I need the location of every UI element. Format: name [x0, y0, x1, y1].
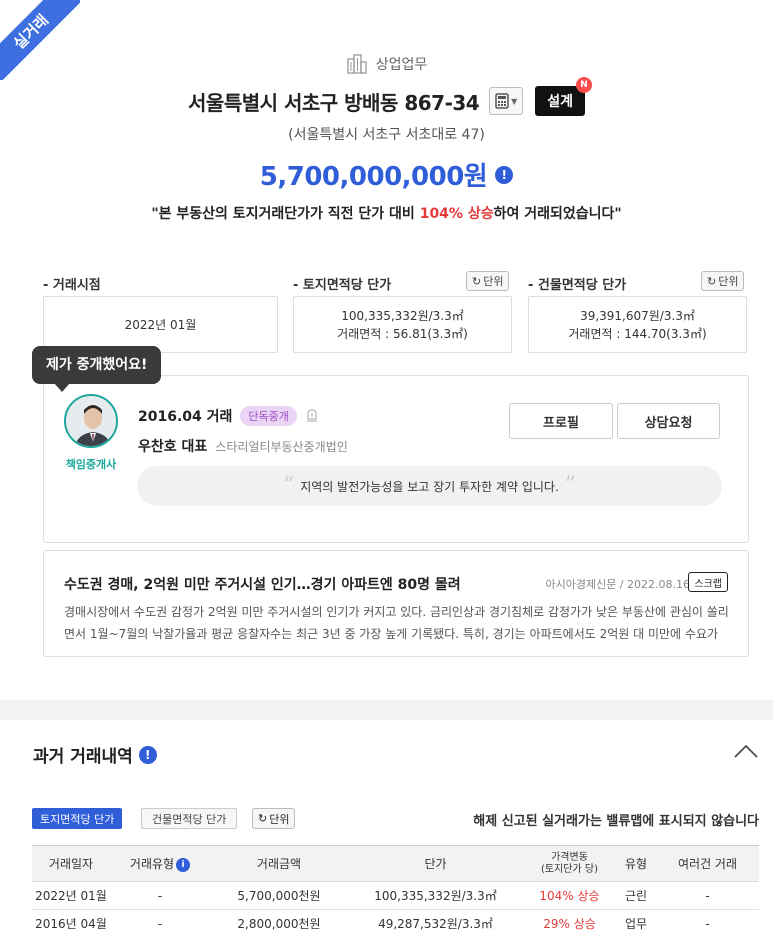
cell-type: -	[110, 881, 210, 910]
cell-date: 2016년 04월	[32, 909, 110, 937]
cell-amount: 5,700,000천원	[210, 881, 348, 910]
history-table: 거래일자 거래유형 i 거래금액 단가 가격변동 (토지단가 당) 유형 여러건 거…	[32, 845, 759, 937]
close-quote-icon: ”	[564, 473, 577, 498]
table-header-row: 거래일자 거래유형 i 거래금액 단가 가격변동 (토지단가 당) 유형 여러건 거…	[32, 845, 759, 882]
col-type-label: 거래유형	[129, 857, 175, 871]
table-row[interactable]: 2022년 01월 - 5,700,000천원 100,335,332원/3.3…	[32, 881, 759, 910]
cell-date: 2022년 01월	[32, 881, 110, 910]
agent-tooltip: 제가 중개했어요!	[32, 346, 162, 392]
cell-kind: 근린	[616, 881, 656, 910]
category-line: 상업업무	[0, 54, 773, 74]
agent-deal-line: 2016.04 거래 단독중개	[138, 406, 319, 426]
open-quote-icon: “	[282, 473, 295, 498]
col-change: 가격변동 (토지단가 당)	[523, 845, 616, 882]
news-title[interactable]: 수도권 경매, 2억원 미만 주거시설 인기…경기 아파트엔 80명 몰려	[64, 574, 461, 594]
building-price-value: 39,391,607원/3.3㎡	[580, 308, 695, 323]
land-price-box: 100,335,332원/3.3㎡ 거래면적 : 56.81(3.3㎡)	[293, 296, 512, 353]
history-notice: 해제 신고된 실거래가는 밸류맵에 표시되지 않습니다	[473, 814, 759, 829]
trade-date-value: 2022년 01월	[124, 317, 197, 332]
agent-card: 책임중개사 2016.04 거래 단독중개 우찬호 대표 스타리얼티부동산중개법…	[43, 375, 749, 543]
land-price-label: - 토지면적당 단가	[293, 278, 392, 293]
agent-name: 우찬호 대표	[138, 439, 208, 455]
road-address: (서울특별시 서초구 서초대로 47)	[288, 127, 485, 143]
cell-multi: -	[656, 881, 759, 910]
design-label: 설계	[547, 94, 573, 110]
col-amount: 거래금액	[210, 845, 348, 882]
agent-name-line: 우찬호 대표 스타리얼티부동산중개법인	[138, 436, 348, 456]
property-address: 서울특별시 서초구 방배동 867-34	[188, 90, 480, 115]
category-label: 상업업무	[375, 57, 428, 73]
tab-building-unit-price[interactable]: 건물면적당 단가	[141, 808, 238, 829]
history-title: 과거 거래내역	[33, 747, 133, 767]
info-icon[interactable]: !	[495, 165, 514, 184]
history-section-title: 과거 거래내역 !	[33, 742, 157, 767]
deal-price: 5,700,000,000원	[259, 162, 488, 192]
col-multi: 여러건 거래	[656, 845, 759, 882]
building-unit-button[interactable]: ↻ 단위	[701, 271, 745, 291]
unit-label: 단위	[718, 275, 739, 288]
trade-date-label: - 거래시점	[43, 278, 101, 293]
building-area-value: 거래면적 : 144.70(3.3㎡)	[568, 326, 707, 341]
news-source: 아시아경제신문 / 2022.08.16	[545, 578, 690, 591]
calculator-button[interactable]: ▼	[489, 87, 524, 115]
land-unit-button[interactable]: ↻ 단위	[466, 271, 510, 291]
news-card[interactable]: 수도권 경매, 2억원 미만 주거시설 인기…경기 아파트엔 80명 몰려 아시…	[43, 550, 749, 657]
section-divider	[0, 700, 773, 720]
summary-suffix: 하여 거래되었습니다"	[493, 206, 622, 222]
agent-comment: “ 지역의 발전가능성을 보고 장기 투자한 계약 입니다. ”	[137, 466, 722, 506]
tab-land-unit-price[interactable]: 토지면적당 단가	[32, 808, 123, 829]
info-icon[interactable]: i	[176, 857, 191, 872]
news-body: 경매시장에서 수도권 감정가 2억원 미만 주거시설의 인기가 커지고 있다. …	[64, 605, 729, 641]
cell-multi: -	[656, 909, 759, 937]
person-icon	[66, 396, 116, 446]
col-type: 거래유형 i	[110, 845, 210, 882]
cell-change: 104% 상승	[523, 881, 616, 910]
chevron-down-icon: ▼	[511, 96, 518, 106]
unit-label: 단위	[269, 812, 290, 826]
cell-type: -	[110, 909, 210, 937]
building-price-label: - 건물면적당 단가	[528, 278, 627, 293]
agent-deal-date: 2016.04 거래	[138, 409, 233, 425]
profile-button[interactable]: 프로필	[509, 403, 613, 439]
new-badge: N	[575, 77, 592, 93]
price-change-summary: "본 부동산의 토지거래단가가 직전 단가 대비 104% 상승하여 거래되었습…	[0, 203, 773, 223]
consult-request-button[interactable]: 상담요청	[617, 403, 720, 439]
refresh-icon: ↻	[472, 274, 482, 288]
address-row: 서울특별시 서초구 방배동 867-34 ▼ 설계 N	[0, 77, 773, 116]
exclusive-badge: 단독중개	[240, 406, 297, 426]
agent-role: 책임중개사	[65, 458, 117, 471]
cell-change: 29% 상승	[523, 909, 616, 937]
agent-office: 스타리얼티부동산중개법인	[215, 439, 348, 454]
refresh-icon: ↻	[258, 812, 268, 825]
land-price-value: 100,335,332원/3.3㎡	[341, 308, 464, 323]
refresh-icon: ↻	[707, 274, 717, 288]
chevron-up-icon[interactable]	[733, 742, 759, 760]
col-change-sub: (토지단가 당)	[541, 863, 598, 875]
building-icon	[347, 54, 367, 74]
col-change-label: 가격변동	[551, 851, 588, 863]
cell-amount: 2,800,000천원	[210, 909, 348, 937]
trade-date-box: 2022년 01월	[43, 296, 278, 353]
agent-comment-text: 지역의 발전가능성을 보고 장기 투자한 계약 입니다.	[300, 479, 559, 494]
unit-label: 단위	[483, 275, 504, 288]
building-price-box: 39,391,607원/3.3㎡ 거래면적 : 144.70(3.3㎡)	[528, 296, 747, 353]
col-unit-price: 단가	[348, 845, 523, 882]
design-button[interactable]: 설계 N	[535, 77, 592, 116]
scrap-button[interactable]: 스크랩	[688, 572, 728, 592]
cell-kind: 업무	[616, 909, 656, 937]
cell-unit-price: 49,287,532원/3.3㎡	[348, 909, 523, 937]
agent-avatar	[64, 394, 118, 448]
summary-prefix: "본 부동산의 토지거래단가가 직전 단가 대비	[151, 206, 420, 222]
summary-highlight: 104% 상승	[419, 206, 494, 222]
price-row: 5,700,000,000원 !	[0, 156, 773, 193]
table-row[interactable]: 2016년 04월 - 2,800,000천원 49,287,532원/3.3㎡…	[32, 909, 759, 937]
col-date: 거래일자	[32, 845, 110, 882]
land-area-value: 거래면적 : 56.81(3.3㎡)	[337, 326, 468, 341]
calculator-icon	[495, 93, 509, 109]
info-icon[interactable]: !	[138, 745, 157, 764]
col-kind: 유형	[616, 845, 656, 882]
history-unit-button[interactable]: ↻ 단위	[252, 808, 296, 829]
report-icon[interactable]	[305, 408, 319, 424]
cell-unit-price: 100,335,332원/3.3㎡	[348, 881, 523, 910]
